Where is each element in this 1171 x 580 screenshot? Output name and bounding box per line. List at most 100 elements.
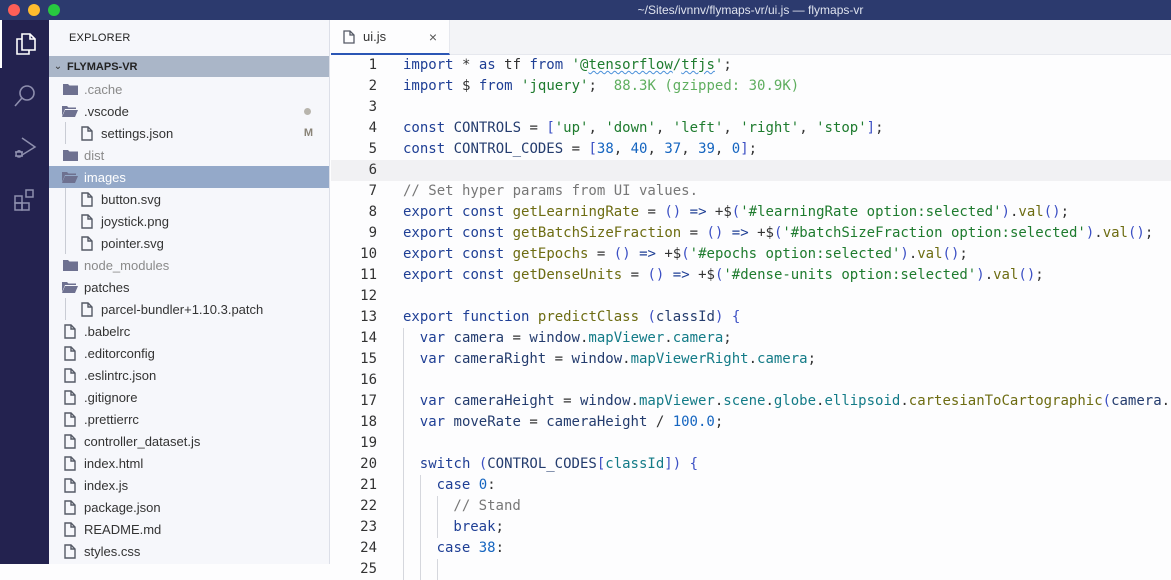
code-line[interactable]: 7 // Set hyper params from UI values. — [331, 181, 1171, 202]
code-token: = — [520, 414, 547, 430]
code-line[interactable]: 12 — [331, 286, 1171, 307]
files-icon — [15, 33, 36, 55]
activity-debug[interactable] — [0, 124, 49, 172]
tree-item[interactable]: patches — [49, 276, 329, 298]
tree-item[interactable]: index.js — [49, 474, 329, 496]
tree-item[interactable]: .gitignore — [49, 386, 329, 408]
code-token: 100.0 — [672, 414, 715, 430]
code-line[interactable]: 18 var moveRate = cameraHeight / 100.0; — [331, 412, 1171, 433]
code-line[interactable]: 13 export function predictClass (classId)… — [331, 307, 1171, 328]
code-token: [ — [596, 456, 606, 472]
code-token: , — [714, 141, 732, 157]
tree-item[interactable]: README.md — [49, 518, 329, 540]
tree-item[interactable]: .eslintrc.json — [49, 364, 329, 386]
activity-explorer[interactable] — [0, 20, 49, 68]
code-token: from — [478, 78, 513, 94]
file-tree: .cache .vscode settings.json Mdist images but… — [49, 78, 329, 562]
tree-item[interactable]: .cache — [49, 78, 329, 100]
code-token: ; — [1060, 204, 1069, 220]
code-area[interactable]: 1 import * as tf from '@tensorflow/tfjs';… — [331, 55, 1171, 580]
code-line[interactable]: 20 switch (CONTROL_CODES[classId]) { — [331, 454, 1171, 475]
tree-item[interactable]: .prettierrc — [49, 408, 329, 430]
tree-item[interactable]: controller_dataset.js — [49, 430, 329, 452]
code-line[interactable]: 24 case 38: — [331, 538, 1171, 559]
code-line[interactable]: 23 break; — [331, 517, 1171, 538]
tree-item[interactable]: .vscode — [49, 100, 329, 122]
code-line[interactable]: 15 var cameraRight = window.mapViewerRigh… — [331, 349, 1171, 370]
extensions-icon — [13, 189, 34, 211]
code-token: = — [563, 141, 589, 157]
minimize-window-button[interactable] — [28, 4, 40, 16]
maximize-window-button[interactable] — [48, 4, 60, 16]
tree-item[interactable]: pointer.svg — [49, 232, 329, 254]
code-line[interactable]: 1 import * as tf from '@tensorflow/tfjs'; — [331, 55, 1171, 76]
code-line[interactable]: 5 const CONTROL_CODES = [38, 40, 37, 39, … — [331, 139, 1171, 160]
code-token: 'right' — [740, 120, 800, 136]
tree-item[interactable]: settings.json M — [49, 122, 329, 144]
code-line[interactable]: 6 — [331, 160, 1171, 181]
code-token: . — [908, 246, 918, 262]
activity-search[interactable] — [0, 72, 49, 120]
code-token: ; — [959, 246, 968, 262]
code-token: 37 — [664, 141, 682, 157]
tree-item[interactable]: .babelrc — [49, 320, 329, 342]
indent-guide — [436, 517, 438, 538]
code-line[interactable]: 14 var camera = window.mapViewer.camera; — [331, 328, 1171, 349]
code-token: 'jquery' — [521, 78, 589, 94]
file-icon — [79, 235, 95, 251]
tree-item-label: images — [84, 169, 126, 185]
code-line[interactable]: 3 — [331, 97, 1171, 118]
code-line[interactable]: 11 export const getDenseUnits = () => +$(… — [331, 265, 1171, 286]
tree-item[interactable]: dist — [49, 144, 329, 166]
code-line[interactable]: 2 import $ from 'jquery'; 88.3K (gzipped:… — [331, 76, 1171, 97]
code-line[interactable]: 19 — [331, 433, 1171, 454]
tree-item-label: .vscode — [84, 103, 129, 119]
line-number: 1 — [368, 57, 377, 73]
indent-guide — [403, 328, 404, 349]
indent-guide — [436, 496, 438, 517]
folder-open-icon — [62, 103, 78, 119]
tree-item[interactable]: button.svg — [49, 188, 329, 210]
line-number: 24 — [360, 540, 377, 556]
code-token: tf — [495, 57, 530, 73]
code-token: var — [419, 330, 446, 346]
tree-item[interactable]: node_modules — [49, 254, 329, 276]
tree-item[interactable]: index.html — [49, 452, 329, 474]
line-source: export const getBatchSizeFraction = () =… — [403, 223, 1153, 244]
code-line[interactable]: 10 export const getEpochs = () => +$('#ep… — [331, 244, 1171, 265]
code-token: +$ — [689, 267, 715, 283]
tree-item[interactable]: images — [49, 166, 329, 188]
tree-item[interactable]: joystick.png — [49, 210, 329, 232]
code-line[interactable]: 17 var cameraHeight = window.mapViewer.sc… — [331, 391, 1171, 412]
line-source: export const getLearningRate = () => +$(… — [403, 202, 1069, 223]
activity-extensions[interactable] — [0, 176, 49, 224]
tree-item[interactable]: package.json — [49, 496, 329, 518]
close-tab-icon[interactable]: × — [429, 29, 437, 45]
tree-item[interactable]: parcel-bundler+1.10.3.patch — [49, 298, 329, 320]
indent-guide — [419, 496, 421, 517]
code-line[interactable]: 22 // Stand — [331, 496, 1171, 517]
file-icon — [62, 455, 78, 471]
close-window-button[interactable] — [8, 4, 20, 16]
file-icon — [62, 433, 78, 449]
indent-guide — [403, 538, 404, 559]
file-icon — [343, 29, 355, 44]
tree-item[interactable]: .editorconfig — [49, 342, 329, 364]
code-line[interactable]: 9 export const getBatchSizeFraction = () … — [331, 223, 1171, 244]
code-line[interactable]: 16 — [331, 370, 1171, 391]
code-line[interactable]: 21 case 0: — [331, 475, 1171, 496]
project-section-header[interactable]: ⌄ FLYMAPS-VR — [49, 56, 329, 77]
tree-item-label: .babelrc — [84, 323, 131, 339]
tree-item[interactable]: styles.css — [49, 540, 329, 562]
line-number: 17 — [360, 393, 377, 409]
code-line[interactable]: 4 const CONTROLS = ['up', 'down', 'left',… — [331, 118, 1171, 139]
code-token: switch — [419, 456, 471, 472]
code-line[interactable]: 8 export const getLearningRate = () => +$… — [331, 202, 1171, 223]
tab-ui-js[interactable]: ui.js × — [331, 20, 450, 55]
code-token: ; — [723, 330, 732, 346]
code-line[interactable]: 25 — [331, 559, 1171, 580]
tree-item-label: .editorconfig — [84, 345, 155, 361]
